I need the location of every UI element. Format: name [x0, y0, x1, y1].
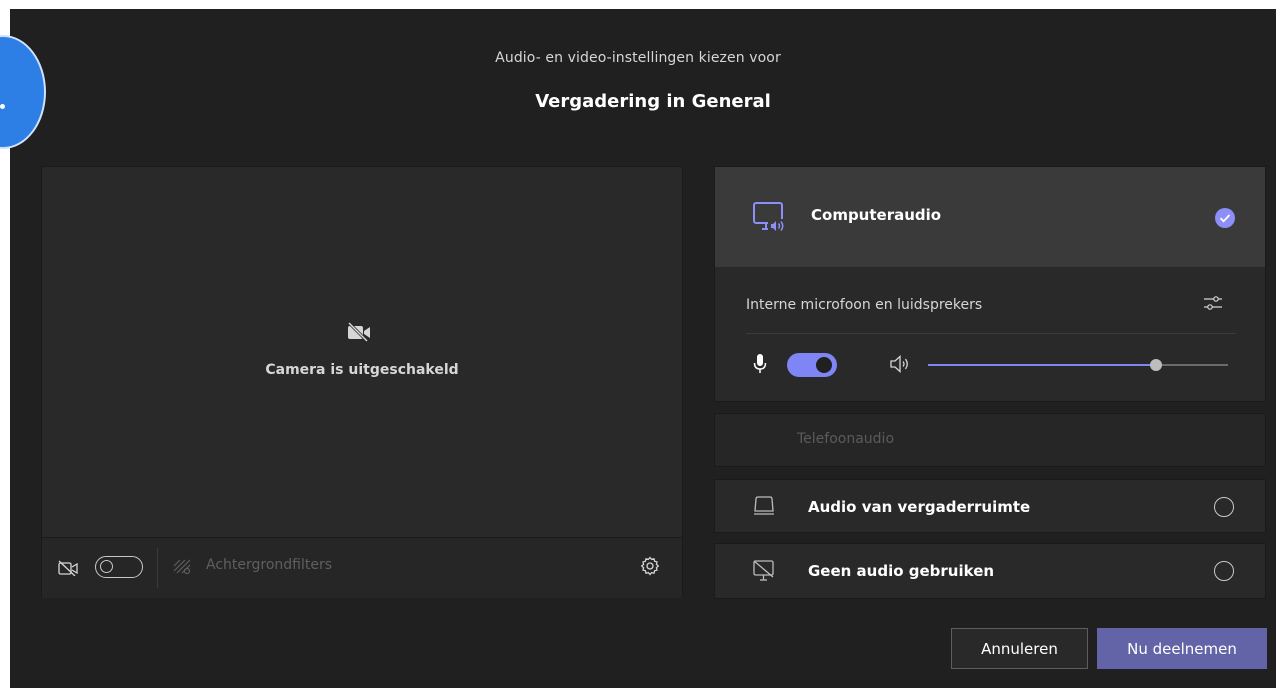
volume-slider-handle[interactable]	[1150, 359, 1162, 371]
phone-audio-option: Telefoonaudio	[714, 413, 1266, 467]
page-subtitle: Audio- en video-instellingen kiezen voor	[495, 50, 781, 66]
divider	[157, 548, 158, 588]
microphone-toggle-knob	[816, 357, 832, 373]
check-circle-icon	[1215, 208, 1235, 228]
room-audio-label: Audio van vergaderruimte	[808, 498, 1031, 516]
device-settings-icon[interactable]	[1203, 293, 1223, 313]
audio-device-label: Interne microfoon en luidsprekers	[746, 297, 983, 313]
no-audio-label: Geen audio gebruiken	[808, 562, 995, 580]
speaker-icon	[890, 355, 908, 373]
computer-audio-icon	[753, 202, 786, 233]
divider	[746, 333, 1236, 334]
no-audio-radio[interactable]	[1214, 561, 1234, 581]
cancel-button[interactable]: Annuleren	[951, 628, 1088, 669]
microphone-toggle[interactable]	[787, 353, 837, 377]
gear-icon[interactable]	[640, 556, 660, 576]
volume-slider[interactable]	[928, 359, 1228, 371]
camera-toggle-knob	[100, 560, 113, 573]
no-audio-icon	[753, 560, 774, 581]
background-effects-icon	[173, 559, 191, 575]
computer-audio-label: Computeraudio	[811, 206, 942, 224]
computer-audio-option[interactable]: Computeraudio	[715, 167, 1265, 267]
avatar-dot	[0, 104, 5, 109]
camera-off-icon	[347, 322, 370, 342]
camera-off-label: Camera is uitgeschakeld	[265, 362, 459, 378]
microphone-icon	[753, 354, 767, 373]
video-preview-area: Camera is uitgeschakeld	[42, 167, 682, 537]
volume-slider-fill	[928, 364, 1156, 366]
room-device-icon	[754, 496, 774, 515]
no-audio-option[interactable]: Geen audio gebruiken	[714, 543, 1266, 599]
room-audio-option[interactable]: Audio van vergaderruimte	[714, 479, 1266, 533]
background-filters-button[interactable]: Achtergrondfilters	[206, 557, 332, 573]
camera-off-icon	[58, 560, 78, 576]
meeting-title: Vergadering in General	[535, 91, 771, 112]
camera-toggle[interactable]	[95, 556, 143, 578]
video-preview-panel: Camera is uitgeschakeld Achtergrondfilte…	[41, 166, 683, 598]
join-now-button[interactable]: Nu deelnemen	[1097, 628, 1267, 669]
room-audio-radio[interactable]	[1214, 497, 1234, 517]
phone-audio-label: Telefoonaudio	[797, 431, 895, 447]
video-controls-bar: Achtergrondfilters	[42, 537, 682, 598]
computer-audio-card[interactable]: Computeraudio Interne microfoon en luids…	[714, 166, 1266, 402]
